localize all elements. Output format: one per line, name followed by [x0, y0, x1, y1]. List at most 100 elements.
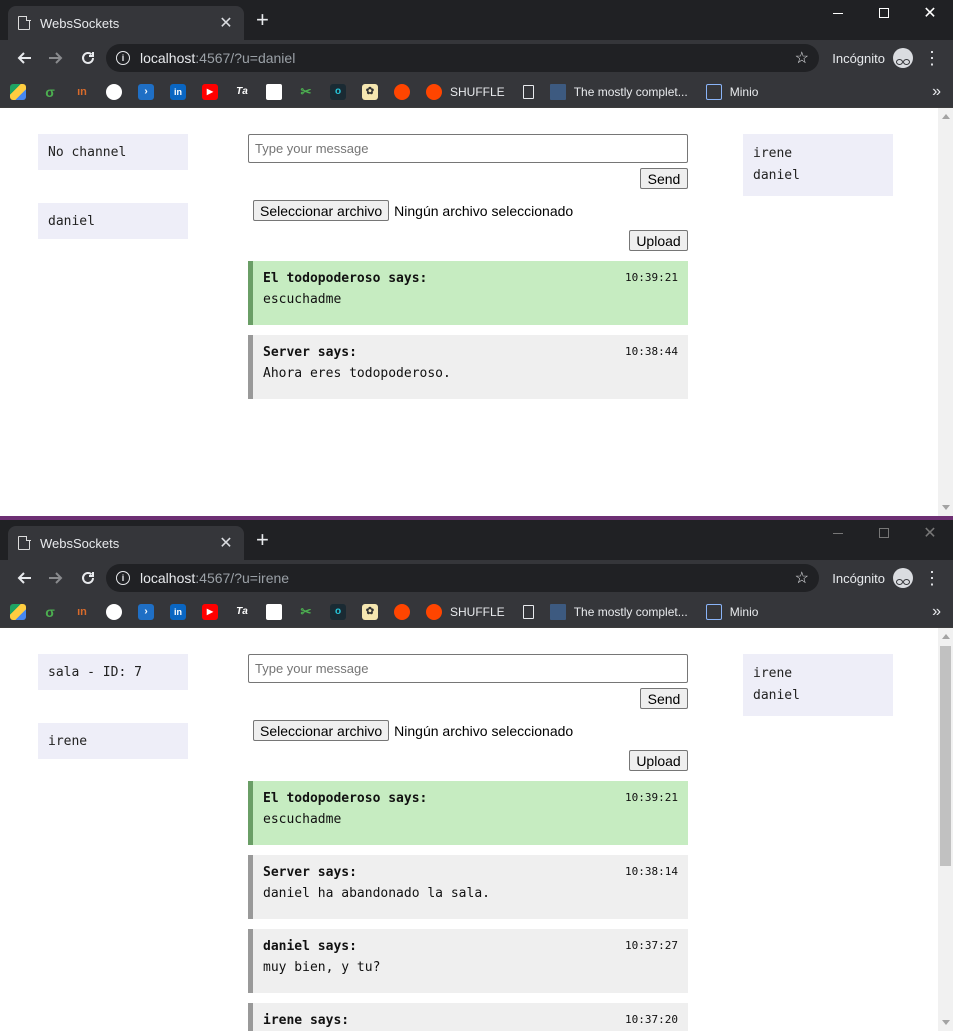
info-icon[interactable]: i	[116, 571, 130, 585]
scrollbar[interactable]	[938, 628, 953, 1031]
tg-icon[interactable]: Tа	[234, 84, 250, 100]
message-time: 10:39:21	[625, 271, 678, 284]
incognito-label: Incógnito	[832, 50, 885, 66]
page-content: sala - ID: 7 irene Send Seleccionar arch…	[0, 628, 953, 1031]
info-icon[interactable]: i	[116, 51, 130, 65]
browser-tab[interactable]: WebsSockets ✕	[8, 6, 244, 40]
github-icon[interactable]	[106, 83, 122, 100]
doc-icon[interactable]	[522, 84, 534, 99]
incognito-indicator[interactable]: Incógnito	[832, 568, 913, 588]
message-author: irene says:	[263, 1013, 350, 1028]
reload-button[interactable]	[72, 42, 104, 74]
message-time: 10:38:44	[625, 345, 678, 358]
tab-close-icon[interactable]: ✕	[218, 13, 234, 33]
close-window-button[interactable]: ✕	[907, 520, 953, 546]
youtube-icon[interactable]: ▶	[202, 603, 218, 620]
reddit-icon[interactable]	[394, 603, 410, 620]
scroll-down-icon[interactable]	[942, 1020, 950, 1025]
send-button[interactable]: Send	[640, 688, 688, 709]
bookmarks-overflow-button[interactable]: »	[932, 83, 941, 101]
message-input[interactable]	[248, 134, 688, 163]
laptop-icon	[705, 603, 722, 620]
powershell-icon[interactable]: ›	[138, 603, 154, 620]
sigma-icon[interactable]: σ	[42, 84, 58, 100]
forward-button[interactable]	[40, 42, 72, 74]
bookmarks-bar: σ ın › in ▶ Tа ✂ o ✿ SHUFFLE The mostly …	[0, 596, 953, 628]
close-window-button[interactable]: ✕	[907, 0, 953, 26]
back-button[interactable]	[8, 562, 40, 594]
scroll-up-icon[interactable]	[942, 114, 950, 119]
message-text: daniel ha abandonado la sala.	[263, 886, 490, 901]
scrollbar[interactable]	[938, 108, 953, 516]
bookmarks-overflow-button[interactable]: »	[932, 603, 941, 621]
maximize-button[interactable]	[861, 0, 907, 26]
scrollbar-thumb[interactable]	[940, 646, 951, 866]
incognito-label: Incógnito	[832, 570, 885, 586]
youtube-icon[interactable]: ▶	[202, 83, 218, 100]
tg-icon[interactable]: Tа	[234, 604, 250, 620]
github-icon[interactable]	[106, 603, 122, 620]
link-icon[interactable]: ✂	[298, 84, 314, 100]
mendeley-icon[interactable]: ın	[74, 84, 90, 100]
powershell-icon[interactable]: ›	[138, 83, 154, 100]
mendeley-icon[interactable]: ın	[74, 604, 90, 620]
kebab-menu-icon[interactable]: ⋮	[923, 569, 941, 587]
bookmark-mostly-label: The mostly complet...	[573, 84, 688, 99]
bookmark-mostly-complete[interactable]: The mostly complet...	[549, 83, 688, 100]
bookmark-star-icon[interactable]: ☆	[795, 568, 809, 588]
reddit-icon[interactable]	[394, 83, 410, 100]
teal-app-icon[interactable]: o	[330, 603, 346, 620]
new-tab-button[interactable]: +	[256, 9, 269, 31]
window-controls: ✕	[815, 0, 953, 26]
user-list: irene daniel	[743, 134, 893, 196]
address-bar[interactable]: i localhost:4567/?u=irene ☆	[106, 564, 819, 592]
choose-file-button[interactable]: Seleccionar archivo	[253, 200, 390, 221]
minimize-button[interactable]	[815, 0, 861, 26]
new-tab-button[interactable]: +	[256, 529, 269, 551]
doc-icon[interactable]	[522, 604, 534, 619]
message-author: El todopoderoso says:	[263, 791, 428, 806]
bookmark-shuffle[interactable]: SHUFFLE	[426, 83, 505, 100]
reload-button[interactable]	[72, 562, 104, 594]
google-drive-icon[interactable]	[10, 83, 26, 100]
google-drive-icon[interactable]	[10, 603, 26, 620]
upload-button[interactable]: Upload	[629, 230, 688, 251]
laptop-icon	[705, 83, 722, 100]
file-picker: Seleccionar archivo Ningún archivo selec…	[253, 720, 573, 741]
teal-app-icon[interactable]: o	[330, 83, 346, 100]
link-icon[interactable]: ✂	[298, 604, 314, 620]
badge-icon[interactable]: ✿	[362, 83, 378, 100]
badge-icon[interactable]: ✿	[362, 603, 378, 620]
address-bar[interactable]: i localhost:4567/?u=daniel ☆	[106, 44, 819, 72]
forward-button[interactable]	[40, 562, 72, 594]
send-button[interactable]: Send	[640, 168, 688, 189]
scroll-up-icon[interactable]	[942, 634, 950, 639]
bookmark-minio[interactable]: Minio	[705, 603, 758, 620]
minimize-button[interactable]	[815, 520, 861, 546]
scroll-down-icon[interactable]	[942, 505, 950, 510]
bookmark-minio[interactable]: Minio	[705, 83, 758, 100]
reload-icon	[82, 571, 94, 584]
incognito-indicator[interactable]: Incógnito	[832, 48, 913, 68]
circle-app-icon[interactable]	[266, 83, 282, 100]
message-input[interactable]	[248, 654, 688, 683]
sigma-icon[interactable]: σ	[42, 604, 58, 620]
bookmark-mostly-complete[interactable]: The mostly complet...	[549, 603, 688, 620]
kebab-menu-icon[interactable]: ⋮	[923, 49, 941, 67]
linkedin-icon[interactable]: in	[170, 83, 186, 100]
back-button[interactable]	[8, 42, 40, 74]
message-time: 10:38:14	[625, 865, 678, 878]
bookmark-shuffle[interactable]: SHUFFLE	[426, 603, 505, 620]
browser-window-irene: WebsSockets ✕ + ✕ i localhost:4567/?u=ir…	[0, 520, 953, 1031]
maximize-button[interactable]	[861, 520, 907, 546]
browser-tab[interactable]: WebsSockets ✕	[8, 526, 244, 560]
circle-app-icon[interactable]	[266, 603, 282, 620]
url-host: localhost	[140, 570, 196, 586]
linkedin-icon[interactable]: in	[170, 603, 186, 620]
tab-close-icon[interactable]: ✕	[218, 533, 234, 553]
maximize-icon	[879, 8, 889, 18]
upload-button[interactable]: Upload	[629, 750, 688, 771]
message-time: 10:39:21	[625, 791, 678, 804]
bookmark-star-icon[interactable]: ☆	[795, 48, 809, 68]
choose-file-button[interactable]: Seleccionar archivo	[253, 720, 390, 741]
